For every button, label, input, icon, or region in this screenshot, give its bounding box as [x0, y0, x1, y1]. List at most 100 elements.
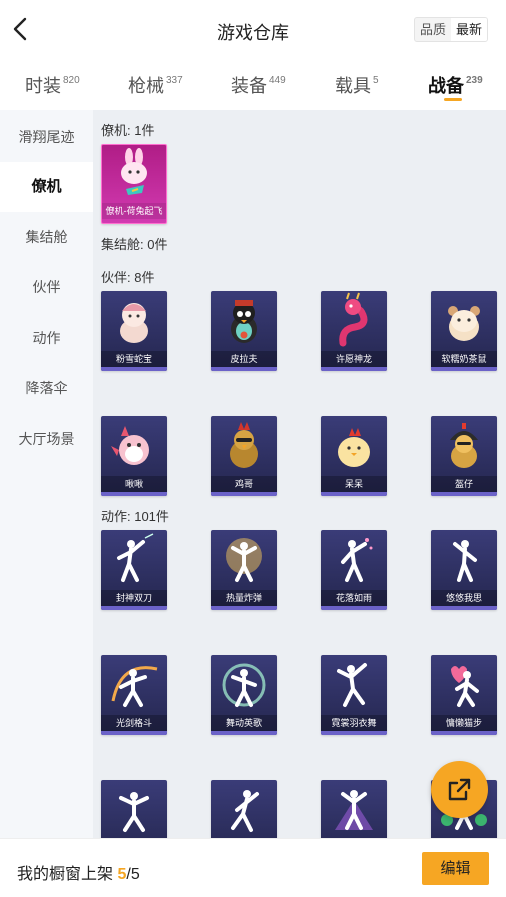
item-card[interactable]: 悠悠我思	[431, 530, 497, 610]
dance-icon	[451, 666, 479, 707]
sidebar-item-partner[interactable]: 伙伴	[0, 262, 93, 312]
dance-icon	[337, 663, 367, 707]
item-card[interactable]: 舞动英歌	[211, 655, 277, 735]
tab-count: 449	[269, 75, 286, 86]
item-card[interactable]	[211, 780, 277, 838]
rarity-stripe	[101, 606, 167, 610]
item-card[interactable]: 光剑格斗	[101, 655, 167, 735]
tab-fashion[interactable]: 时装 820	[25, 72, 80, 98]
external-link-icon	[448, 778, 471, 801]
sort-newest-button[interactable]: 最新	[451, 18, 487, 41]
item-name: 许愿神龙	[321, 351, 387, 367]
sort-toggle[interactable]: 品质 最新	[414, 17, 488, 42]
item-card[interactable]: 热量炸弹	[211, 530, 277, 610]
rarity-stripe	[321, 606, 387, 610]
edit-button[interactable]: 编辑	[422, 852, 489, 885]
snow-snake-icon	[120, 303, 148, 343]
item-name: 舞动英歌	[211, 715, 277, 731]
item-name: 盔仔	[431, 476, 497, 492]
item-card[interactable]: 封神双刀	[101, 530, 167, 610]
item-name: 霓裳羽衣舞	[321, 715, 387, 731]
item-name: 啾啾	[101, 476, 167, 492]
item-name: 光剑格斗	[101, 715, 167, 731]
showcase-label: 我的橱窗上架	[17, 866, 114, 883]
item-card[interactable]: 皮拉夫	[211, 291, 277, 371]
dragon-icon	[339, 292, 368, 347]
sidebar-item-lobby-scene[interactable]: 大厅场景	[0, 414, 93, 464]
item-card[interactable]: 霓裳羽衣舞	[321, 655, 387, 735]
item-card[interactable]: 啾啾	[101, 416, 167, 496]
sort-quality-button[interactable]: 品质	[415, 18, 451, 41]
sidebar: 滑翔尾迹 僚机 集结舱 伙伴 动作 降落伞 大厅场景	[0, 110, 93, 838]
sidebar-item-glide-trail[interactable]: 滑翔尾迹	[0, 112, 93, 162]
top-bar: 游戏仓库 品质 最新	[0, 0, 506, 60]
category-tabs: 时装 820 枪械 337 装备 449 载具 5 战备 239	[0, 60, 506, 110]
share-fab-button[interactable]	[431, 761, 488, 818]
item-card[interactable]: 许愿神龙	[321, 291, 387, 371]
showcase-status: 我的橱窗上架 5/5	[17, 860, 140, 884]
tab-count: 820	[63, 75, 80, 86]
item-card[interactable]	[101, 780, 167, 838]
item-card[interactable]: 花落如雨	[321, 530, 387, 610]
tab-guns[interactable]: 枪械 337	[128, 72, 183, 98]
penguin-icon	[231, 300, 257, 343]
dance-icon	[453, 540, 477, 582]
sidebar-item-parachute[interactable]: 降落伞	[0, 363, 93, 413]
rarity-stripe	[431, 731, 497, 735]
item-name: 僚机-荷兔起飞	[102, 203, 166, 219]
section-title-wingman: 僚机: 1件	[101, 123, 155, 138]
rarity-stripe	[431, 367, 497, 371]
item-grid-panel: 僚机: 1件 僚机-荷兔起飞 集结舱: 0件 伙伴: 8件 粉雪蛇宝 皮拉夫 许…	[93, 110, 506, 838]
tab-label: 战备	[428, 76, 464, 96]
rarity-stripe	[321, 367, 387, 371]
rarity-stripe	[211, 367, 277, 371]
helmet-chick-icon	[450, 423, 478, 468]
item-card[interactable]: 呆呆	[321, 416, 387, 496]
hamster-icon	[448, 306, 480, 341]
active-tab-indicator	[444, 98, 462, 101]
item-card[interactable]: 盔仔	[431, 416, 497, 496]
bird-icon	[111, 426, 149, 465]
rarity-stripe	[101, 492, 167, 496]
dance-icon	[222, 663, 266, 707]
dance-icon	[226, 538, 262, 582]
tab-label: 枪械	[128, 76, 164, 96]
rarity-stripe	[321, 731, 387, 735]
item-card[interactable]: 鸡哥	[211, 416, 277, 496]
dance-icon	[231, 790, 259, 832]
rarity-stripe	[211, 492, 277, 496]
chick-icon	[338, 428, 370, 467]
tab-battle-prep[interactable]: 战备 239	[428, 72, 483, 98]
item-name: 热量炸弹	[211, 590, 277, 606]
item-card[interactable]: 软糯奶茶鼠	[431, 291, 497, 371]
dance-icon	[111, 666, 158, 707]
item-name: 悠悠我思	[431, 590, 497, 606]
dance-icon	[117, 533, 154, 582]
item-card[interactable]: 僚机-荷兔起飞	[101, 144, 167, 224]
dance-icon	[335, 790, 373, 830]
sidebar-item-wingman[interactable]: 僚机	[0, 162, 93, 212]
rooster-icon	[230, 422, 258, 468]
item-name: 软糯奶茶鼠	[431, 351, 497, 367]
tab-count: 337	[166, 75, 183, 86]
item-card[interactable]: 粉雪蛇宝	[101, 291, 167, 371]
tab-vehicles[interactable]: 载具 5	[335, 72, 379, 98]
item-name: 皮拉夫	[211, 351, 277, 367]
rarity-stripe	[101, 731, 167, 735]
tab-label: 时装	[25, 76, 61, 96]
bunny-wingman-icon	[121, 148, 147, 195]
item-card[interactable]: 慵懒猫步	[431, 655, 497, 735]
tab-equipment[interactable]: 装备 449	[231, 72, 286, 98]
rarity-stripe	[211, 606, 277, 610]
sidebar-item-rally-pod[interactable]: 集结舱	[0, 212, 93, 262]
rarity-stripe	[431, 606, 497, 610]
item-card[interactable]	[321, 780, 387, 838]
dance-icon	[119, 792, 149, 832]
rarity-stripe	[431, 492, 497, 496]
sidebar-item-emote[interactable]: 动作	[0, 313, 93, 363]
item-name: 慵懒猫步	[431, 715, 497, 731]
item-name: 花落如雨	[321, 590, 387, 606]
item-name: 鸡哥	[211, 476, 277, 492]
rarity-stripe	[101, 367, 167, 371]
tab-label: 装备	[231, 76, 267, 96]
